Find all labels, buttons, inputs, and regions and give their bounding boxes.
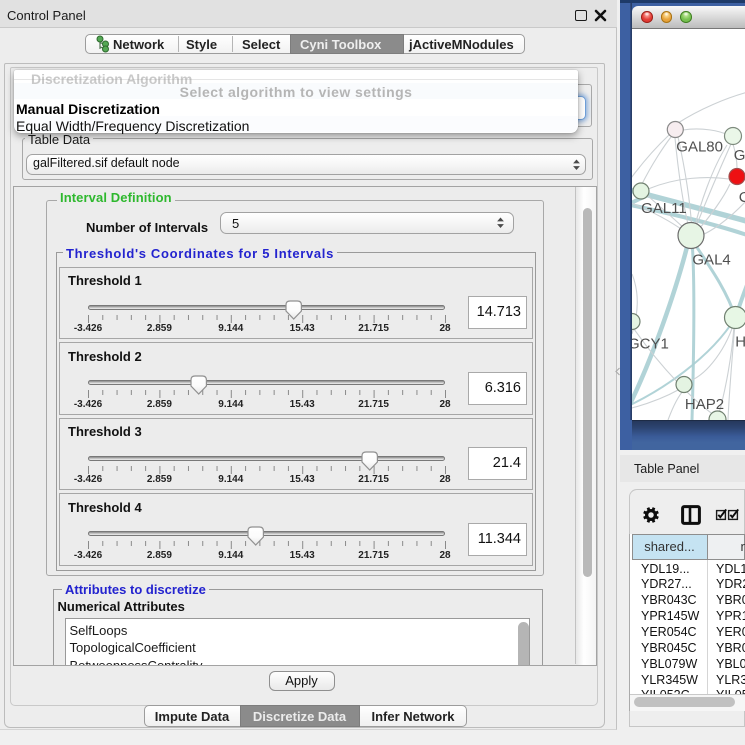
svg-text:C: C [739, 189, 745, 206]
svg-text:HAP2: HAP2 [685, 396, 724, 413]
svg-text:G.: G. [734, 147, 745, 164]
svg-text:GAL4: GAL4 [692, 251, 730, 268]
svg-text:GCY1: GCY1 [632, 335, 669, 352]
svg-text:GAL11: GAL11 [641, 200, 687, 217]
svg-text:GAL80: GAL80 [676, 138, 723, 155]
svg-text:H: H [735, 333, 745, 350]
